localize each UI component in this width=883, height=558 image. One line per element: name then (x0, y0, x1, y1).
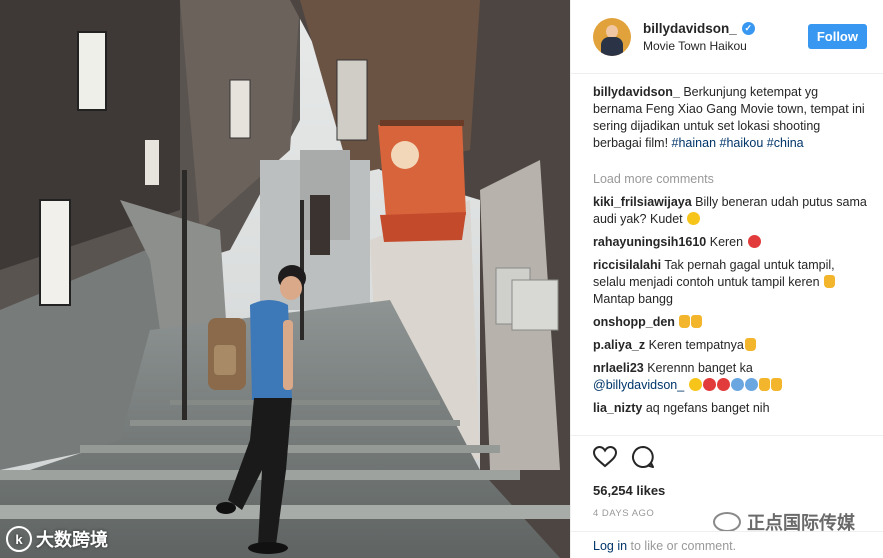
header-text: billydavidson_ ✓ Movie Town Haikou (643, 21, 808, 53)
grin-emoji-icon (687, 212, 701, 225)
pray-emoji-icon (730, 378, 744, 391)
thumbs-up-emoji-icon (744, 338, 756, 351)
street-scene-image (0, 0, 570, 558)
follow-button[interactable]: Follow (807, 24, 867, 49)
watermark-logo-icon: k (6, 526, 32, 552)
heart-eyes-emoji-icon (716, 378, 730, 391)
thumbs-up-emoji-icon (758, 378, 770, 391)
comment-username[interactable]: nrlaeli23 (593, 361, 644, 375)
avatar-body (601, 36, 623, 56)
watermark-left-text: 大数跨境 (36, 530, 108, 550)
comment-item: nrlaeli23 Kerennn banget ka @billydavids… (593, 360, 867, 394)
comment-text: Kerennn banget ka (647, 361, 753, 375)
action-icons (593, 444, 867, 470)
thumbs-up-emoji-icon (691, 315, 703, 328)
comment-item: rahayuningsih1610 Keren (593, 234, 867, 251)
login-prompt: Log in to like or comment. (571, 531, 883, 553)
login-text: to like or comment. (627, 539, 737, 553)
hashtag-hainan[interactable]: #hainan (672, 136, 717, 150)
instagram-post: k 大数跨境 billydavidson_ ✓ Movie Town Haiko… (0, 0, 883, 558)
avatar[interactable] (593, 17, 631, 56)
location-link[interactable]: Movie Town Haikou (643, 39, 808, 53)
comment-username[interactable]: onshopp_den (593, 315, 675, 329)
hashtag-china[interactable]: #china (767, 136, 804, 150)
avatar-face (606, 24, 618, 38)
caption-username[interactable]: billydavidson_ (593, 85, 680, 99)
comment-item: p.aliya_z Keren tempatnya (593, 337, 867, 354)
likes-count[interactable]: 56,254 likes (593, 483, 867, 498)
comment-mention[interactable]: @billydavidson_ (593, 378, 684, 392)
comment-text: Keren (709, 235, 744, 249)
caption: billydavidson_ Berkunjung ketempat yg be… (593, 84, 867, 152)
heart-eyes-emoji-icon (702, 378, 716, 391)
comment-item: kiki_frilsiawijaya Billy beneran udah pu… (593, 194, 867, 228)
comment-username[interactable]: lia_nizty (593, 401, 642, 415)
login-link[interactable]: Log in (593, 539, 627, 553)
thumbs-up-emoji-icon (679, 315, 691, 328)
comment-item: onshopp_den (593, 314, 867, 331)
post-photo[interactable]: k 大数跨境 (0, 0, 570, 558)
comment-username[interactable]: p.aliya_z (593, 338, 645, 352)
comment-text: aq ngefans banget nih (645, 401, 770, 415)
wechat-icon (713, 512, 741, 532)
heart-eyes-emoji-icon (747, 235, 761, 248)
username-row: billydavidson_ ✓ (643, 21, 808, 36)
comment-username[interactable]: riccisilalahi (593, 258, 661, 272)
pray-emoji-icon (744, 378, 758, 391)
comment-item: riccisilalahi Tak pernah gagal untuk tam… (593, 257, 867, 308)
verified-badge-icon: ✓ (741, 21, 755, 35)
grin-emoji-icon (688, 378, 702, 391)
username-link[interactable]: billydavidson_ (643, 21, 737, 36)
heart-outline-icon[interactable] (593, 446, 617, 468)
post-header: billydavidson_ ✓ Movie Town Haikou Follo… (571, 0, 883, 74)
thumbs-up-emoji-icon (770, 378, 782, 391)
watermark-left: k 大数跨境 (6, 526, 108, 552)
comments-list: billydavidson_ Berkunjung ketempat yg be… (571, 74, 883, 435)
comment-username[interactable]: rahayuningsih1610 (593, 235, 706, 249)
ok-hand-emoji-icon (824, 275, 836, 288)
comment-bubble-icon[interactable] (631, 445, 655, 469)
comment-text: Keren tempatnya (648, 338, 744, 352)
post-actions: 56,254 likes 4 DAYS AGO (571, 435, 883, 519)
post-side-panel: billydavidson_ ✓ Movie Town Haikou Follo… (570, 0, 883, 558)
comment-text-2: Mantap bangg (593, 292, 673, 306)
comment-username[interactable]: kiki_frilsiawijaya (593, 195, 692, 209)
load-more-comments[interactable]: Load more comments (593, 172, 867, 186)
hashtag-haikou[interactable]: #haikou (720, 136, 764, 150)
comment-item: lia_nizty aq ngefans banget nih (593, 400, 867, 417)
